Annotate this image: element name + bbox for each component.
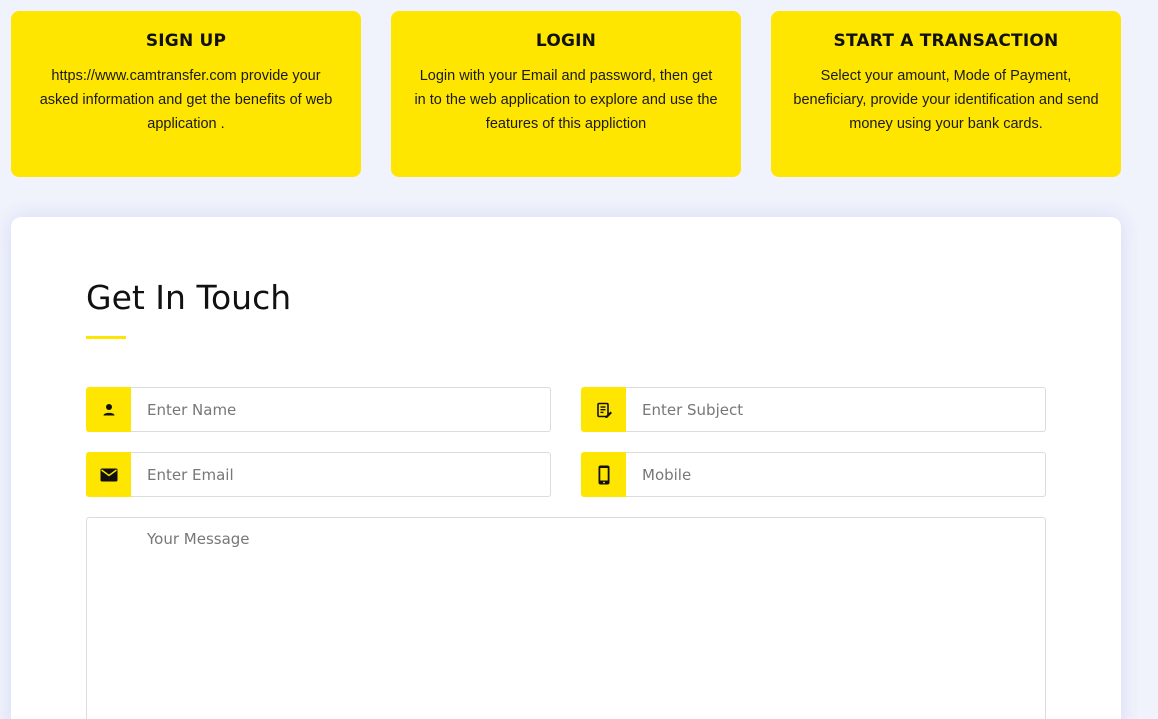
card-title: START A TRANSACTION <box>833 31 1059 51</box>
user-icon <box>86 387 131 432</box>
name-input[interactable] <box>131 387 551 432</box>
card-text: Select your amount, Mode of Payment, ben… <box>793 68 1099 132</box>
email-field <box>86 452 551 497</box>
name-field <box>86 387 551 432</box>
info-cards: SIGN UP https://www.camtransfer.com prov… <box>11 11 1121 177</box>
mobile-field <box>581 452 1046 497</box>
contact-form-panel: Get In Touch <box>11 217 1121 719</box>
title-underline <box>86 336 126 339</box>
card-start-transaction: START A TRANSACTION Select your amount, … <box>771 11 1121 177</box>
subject-field <box>581 387 1046 432</box>
message-textarea[interactable] <box>86 517 1046 719</box>
card-sign-up: SIGN UP https://www.camtransfer.com prov… <box>11 11 361 177</box>
page: SIGN UP https://www.camtransfer.com prov… <box>0 0 1158 719</box>
card-title: SIGN UP <box>145 31 227 51</box>
card-text: Login with your Email and password, then… <box>414 68 718 132</box>
card-title: LOGIN <box>535 31 597 51</box>
subject-input[interactable] <box>626 387 1046 432</box>
note-edit-icon <box>581 387 626 432</box>
card-login: LOGIN Login with your Email and password… <box>391 11 741 177</box>
envelope-icon <box>86 452 131 497</box>
card-text: https://www.camtransfer.com provide your… <box>39 68 333 132</box>
contact-title: Get In Touch <box>86 278 292 317</box>
phone-icon <box>581 452 626 497</box>
email-input[interactable] <box>131 452 551 497</box>
mobile-input[interactable] <box>626 452 1046 497</box>
